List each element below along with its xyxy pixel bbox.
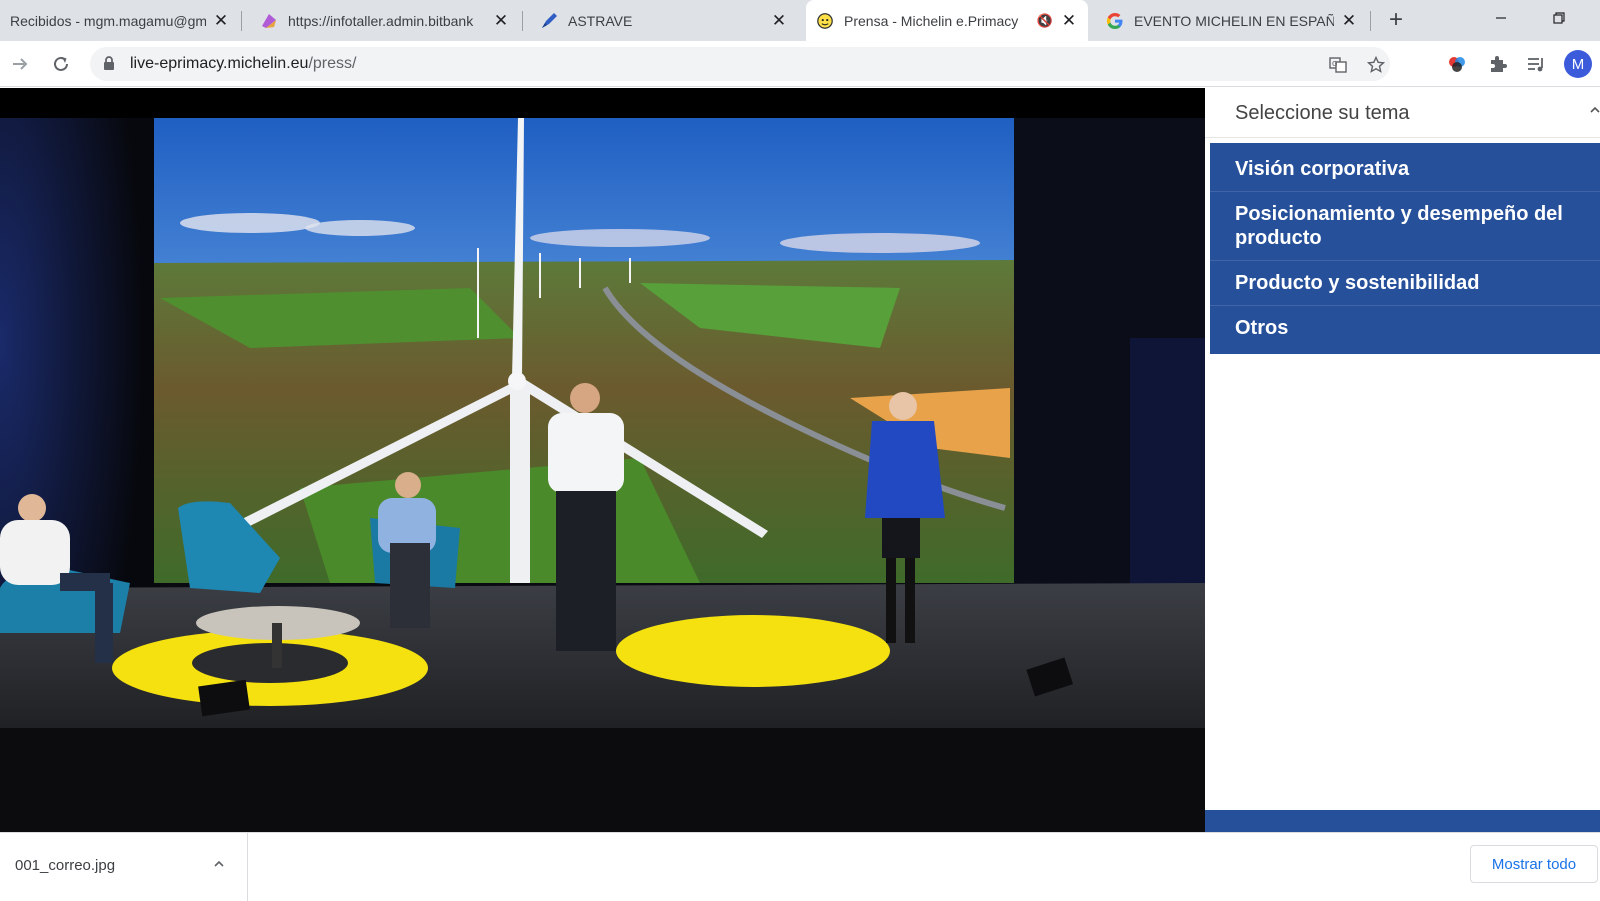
- chevron-up-icon[interactable]: [208, 853, 230, 875]
- google-icon: [1106, 12, 1124, 30]
- close-icon[interactable]: ✕: [492, 11, 510, 30]
- lock-icon[interactable]: [102, 55, 116, 76]
- url-domain: live-eprimacy.michelin.eu: [130, 55, 309, 72]
- browser-toolbar: live-eprimacy.michelin.eu/press/ G M: [0, 41, 1600, 87]
- tab-title: Prensa - Michelin e.Primacy: [844, 12, 1019, 29]
- speaker-muted-icon[interactable]: 🔇: [1036, 12, 1054, 30]
- show-all-downloads-button[interactable]: Mostrar todo: [1470, 845, 1598, 883]
- tab-michelin-prensa[interactable]: Prensa - Michelin e.Primacy 🔇 ✕: [806, 0, 1088, 41]
- tab-bitbank[interactable]: https://infotaller.admin.bitbank ✕: [250, 0, 520, 41]
- extensions-puzzle-icon[interactable]: [1487, 53, 1509, 75]
- topic-producto-sostenibilidad[interactable]: Producto y sostenibilidad: [1210, 261, 1600, 306]
- tab-gmail[interactable]: Recibidos - mgm.magamu@gm ✕: [0, 0, 240, 41]
- profile-avatar[interactable]: M: [1564, 50, 1592, 78]
- url-text: live-eprimacy.michelin.eu/press/: [130, 55, 356, 73]
- tab-title: https://infotaller.admin.bitbank: [288, 12, 474, 29]
- close-icon[interactable]: ✕: [212, 11, 230, 30]
- tab-evento-michelin[interactable]: EVENTO MICHELIN EN ESPAÑOL ✕: [1096, 0, 1368, 41]
- tab-title: Recibidos - mgm.magamu@gm: [10, 12, 206, 29]
- tab-title: EVENTO MICHELIN EN ESPAÑOL: [1134, 12, 1334, 29]
- person-speaker: [548, 383, 624, 651]
- forward-arrow-icon[interactable]: [6, 50, 34, 78]
- new-tab-plus-icon[interactable]: +: [1382, 6, 1410, 34]
- url-path: /press/: [308, 55, 357, 72]
- close-icon[interactable]: ✕: [1060, 11, 1078, 30]
- topic-list: Visión corporativa Posicionamiento y des…: [1210, 143, 1600, 354]
- stage-video-frame: [0, 88, 1205, 832]
- topic-posicionamiento[interactable]: Posicionamiento y desempeño del producto: [1210, 192, 1600, 261]
- minimize-icon[interactable]: [1478, 0, 1524, 36]
- tab-title: ASTRAVE: [568, 12, 633, 29]
- svg-text:G: G: [1332, 60, 1337, 68]
- video-player[interactable]: [0, 88, 1205, 832]
- download-bar: 001_correo.jpg Mostrar todo: [0, 832, 1600, 901]
- tab-strip: Recibidos - mgm.magamu@gm ✕ https://info…: [0, 0, 1600, 41]
- media-queue-icon[interactable]: [1525, 53, 1547, 75]
- bookmark-star-icon[interactable]: [1366, 55, 1386, 75]
- panel-footer-bar: [1205, 810, 1600, 832]
- michelin-bibendum-icon: [816, 12, 834, 30]
- address-bar[interactable]: live-eprimacy.michelin.eu/press/ G: [90, 47, 1390, 81]
- topic-vision-corporativa[interactable]: Visión corporativa: [1210, 147, 1600, 192]
- topic-select-label: Seleccione su tema: [1235, 102, 1410, 124]
- close-icon[interactable]: ✕: [1340, 11, 1358, 30]
- tab-divider: [1370, 11, 1371, 31]
- translate-icon[interactable]: G: [1328, 55, 1348, 75]
- topic-side-panel: Seleccione su tema Visión corporativa Po…: [1205, 88, 1600, 832]
- tab-divider: [241, 11, 242, 31]
- close-icon[interactable]: ✕: [770, 11, 788, 30]
- bitbank-icon: [260, 12, 278, 30]
- download-item[interactable]: 001_correo.jpg: [0, 833, 248, 901]
- tab-astrave[interactable]: ASTRAVE ✕: [530, 0, 798, 41]
- rocket-icon: [540, 12, 558, 30]
- topic-otros[interactable]: Otros: [1210, 306, 1600, 350]
- reload-icon[interactable]: [47, 50, 75, 78]
- tab-divider: [522, 11, 523, 31]
- topic-select-header[interactable]: Seleccione su tema: [1205, 88, 1600, 138]
- download-filename: 001_correo.jpg: [15, 857, 116, 874]
- chevron-up-icon[interactable]: [1590, 102, 1600, 118]
- restore-icon[interactable]: [1536, 0, 1582, 36]
- extension-circles-icon[interactable]: [1446, 53, 1468, 75]
